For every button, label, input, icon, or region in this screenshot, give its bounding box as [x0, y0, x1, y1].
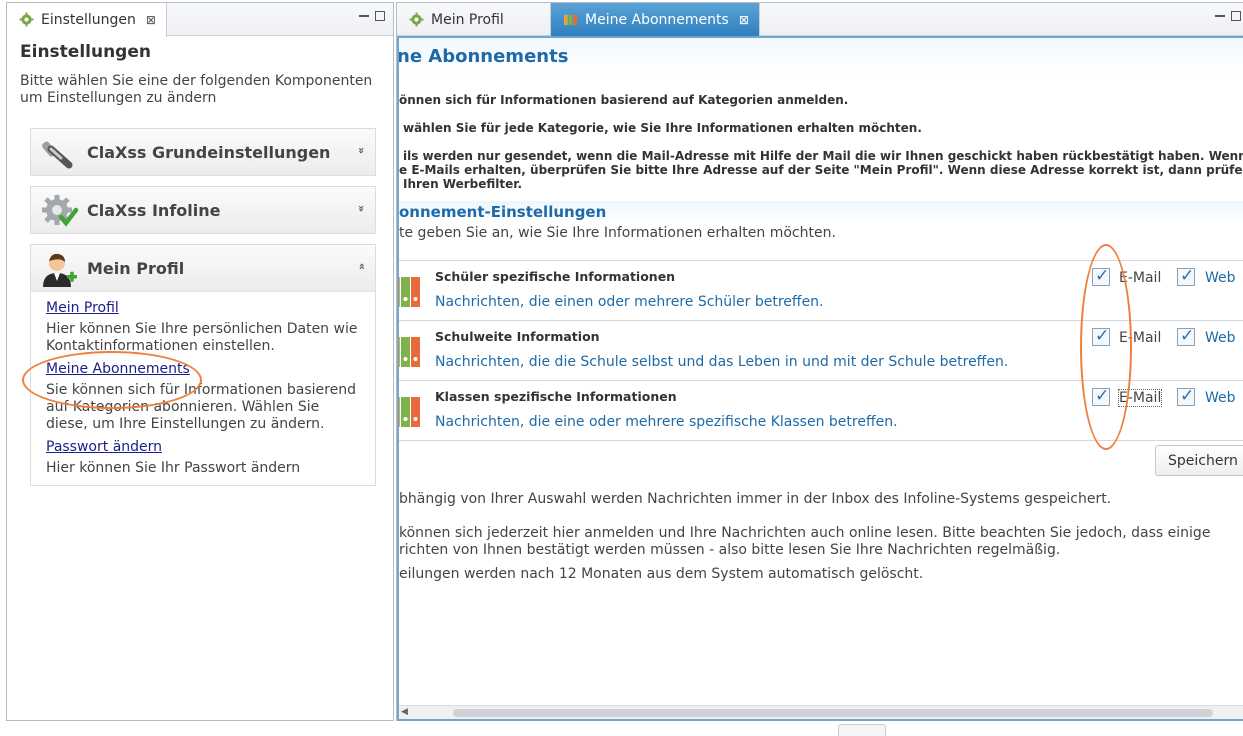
page-title: ne Abonnements: [399, 38, 1243, 76]
email-label: E-Mail: [1119, 330, 1162, 346]
category-description: Nachrichten, die eine oder mehrere spezi…: [435, 414, 898, 430]
left-tabbar: Einstellungen ⊠: [7, 3, 393, 37]
check-icon: ✓: [1095, 326, 1110, 346]
maximize-icon[interactable]: [1231, 11, 1241, 21]
item-description: Sie können sich für Informationen basier…: [46, 382, 356, 432]
page-title: Einstellungen: [20, 42, 151, 62]
info-line: wählen Sie für jede Kategorie, wie Sie I…: [403, 121, 922, 135]
close-icon[interactable]: ⊠: [739, 13, 749, 27]
folders-icon: [399, 337, 420, 367]
settings-view: Einstellungen ⊠ Einstellungen Bitte wähl…: [6, 2, 394, 721]
accordion-label: ClaXss Grundeinstellungen: [87, 142, 331, 162]
info-line: önnen sich für Informationen basierend a…: [399, 93, 849, 107]
category-table: Schüler spezifische Informationen Nachri…: [399, 260, 1243, 441]
footer-text: bhängig von Ihrer Auswahl werden Nachric…: [399, 491, 1112, 507]
check-icon: ✓: [1095, 386, 1110, 406]
accordion-body: Mein Profil Hier können Sie Ihre persönl…: [31, 291, 375, 485]
tab-mein-profil[interactable]: Mein Profil: [397, 3, 551, 36]
info-line: e E-Mails erhalten, überprüfen Sie bitte…: [399, 163, 1243, 177]
save-button[interactable]: Speichern: [1155, 445, 1243, 476]
page-title-text: ne Abonnements: [397, 46, 569, 67]
table-row: Klassen spezifische Informationen Nachri…: [399, 381, 1243, 441]
email-label: E-Mail: [1117, 389, 1163, 407]
web-label: Web: [1205, 270, 1236, 286]
scrollbar-thumb[interactable]: [453, 709, 1213, 717]
folders-icon: [399, 277, 420, 307]
view-controls: [359, 11, 385, 21]
tab-einstellungen[interactable]: Einstellungen ⊠: [7, 3, 167, 37]
view-controls: [1215, 11, 1241, 21]
scroll-left-icon[interactable]: ◀: [401, 707, 408, 717]
accordion-infoline: ClaXss Infoline »: [30, 186, 376, 234]
user-add-icon: [43, 253, 77, 287]
accordion-label: Mein Profil: [87, 258, 185, 278]
chevron-up-icon: »: [354, 262, 368, 271]
tab-meine-abonnements[interactable]: Meine Abonnements ⊠: [551, 3, 760, 36]
folders-icon: [563, 14, 578, 26]
tab-label: Meine Abonnements: [585, 11, 729, 28]
folders-icon: [399, 397, 420, 427]
gear-icon: [409, 12, 424, 27]
item-description: Hier können Sie Ihr Passwort ändern: [46, 460, 301, 476]
section-title: onnement-Einstellungen: [399, 201, 1243, 223]
web-checkbox[interactable]: ✓: [1177, 266, 1195, 286]
email-checkbox[interactable]: ✓: [1092, 326, 1110, 346]
link-passwort-aendern[interactable]: Passwort ändern: [46, 439, 365, 455]
accordion-header[interactable]: Mein Profil »: [31, 245, 375, 291]
page-description: Bitte wählen Sie eine der folgenden Komp…: [20, 73, 373, 106]
web-checkbox[interactable]: ✓: [1177, 386, 1195, 406]
accordion-mein-profil: Mein Profil » Mein Profil Hier können Si…: [30, 244, 376, 486]
web-label: Web: [1205, 330, 1236, 346]
category-name: Schulweite Information: [435, 329, 600, 344]
gear-icon: [19, 12, 34, 27]
minimize-icon[interactable]: [1215, 11, 1225, 17]
link-mein-profil[interactable]: Mein Profil: [46, 300, 365, 316]
bottom-toolbar-stub: [838, 724, 886, 736]
subscriptions-content: ne Abonnements önnen sich für Informatio…: [397, 36, 1243, 721]
web-label: Web: [1205, 390, 1236, 406]
info-line: ils werden nur gesendet, wenn die Mail-A…: [403, 149, 1243, 163]
footer-text: richten von Ihnen bestätigt werden müsse…: [399, 542, 1061, 558]
footer-text: eilungen werden nach 12 Monaten aus dem …: [399, 566, 924, 582]
minimize-icon[interactable]: [359, 11, 369, 17]
category-name: Schüler spezifische Informationen: [435, 269, 676, 284]
chevron-down-icon: »: [354, 146, 368, 155]
tab-label: Mein Profil: [431, 11, 504, 28]
category-description: Nachrichten, die die Schule selbst und d…: [435, 354, 1009, 370]
table-row: Schulweite Information Nachrichten, die …: [399, 321, 1243, 381]
chevron-down-icon: »: [354, 204, 368, 213]
horizontal-scrollbar[interactable]: ◀: [399, 705, 1243, 719]
accordion-label: ClaXss Infoline: [87, 200, 221, 220]
accordion-header[interactable]: ClaXss Infoline »: [31, 187, 375, 233]
email-label: E-Mail: [1119, 270, 1162, 286]
item-description: Hier können Sie Ihre persönlichen Daten …: [46, 321, 358, 354]
accordion-header[interactable]: ClaXss Grundeinstellungen »: [31, 129, 375, 175]
email-checkbox[interactable]: ✓: [1092, 386, 1110, 406]
right-tabbar: Mein Profil Meine Abonnements ⊠: [397, 3, 1243, 36]
tab-label: Einstellungen: [41, 12, 136, 28]
close-icon[interactable]: ⊠: [146, 13, 156, 27]
check-icon: ✓: [1180, 266, 1195, 286]
wrench-icon: [42, 141, 73, 169]
accordion-grundeinstellungen: ClaXss Grundeinstellungen »: [30, 128, 376, 176]
link-meine-abonnements[interactable]: Meine Abonnements: [46, 361, 365, 377]
category-description: Nachrichten, die einen oder mehrere Schü…: [435, 294, 824, 310]
info-line: Ihren Werbefilter.: [403, 177, 523, 191]
subscriptions-view: Mein Profil Meine Abonnements ⊠ ne Abonn…: [396, 2, 1243, 721]
table-row: Schüler spezifische Informationen Nachri…: [399, 261, 1243, 321]
category-name: Klassen spezifische Informationen: [435, 389, 677, 404]
section-description: te geben Sie an, wie Sie Ihre Informatio…: [399, 225, 836, 241]
email-checkbox[interactable]: ✓: [1092, 266, 1110, 286]
check-icon: ✓: [1095, 266, 1110, 286]
check-icon: ✓: [1180, 386, 1195, 406]
check-icon: ✓: [1180, 326, 1195, 346]
footer-text: können sich jederzeit hier anmelden und …: [399, 525, 1211, 541]
web-checkbox[interactable]: ✓: [1177, 326, 1195, 346]
gear-check-icon: [42, 195, 79, 227]
maximize-icon[interactable]: [375, 11, 385, 21]
